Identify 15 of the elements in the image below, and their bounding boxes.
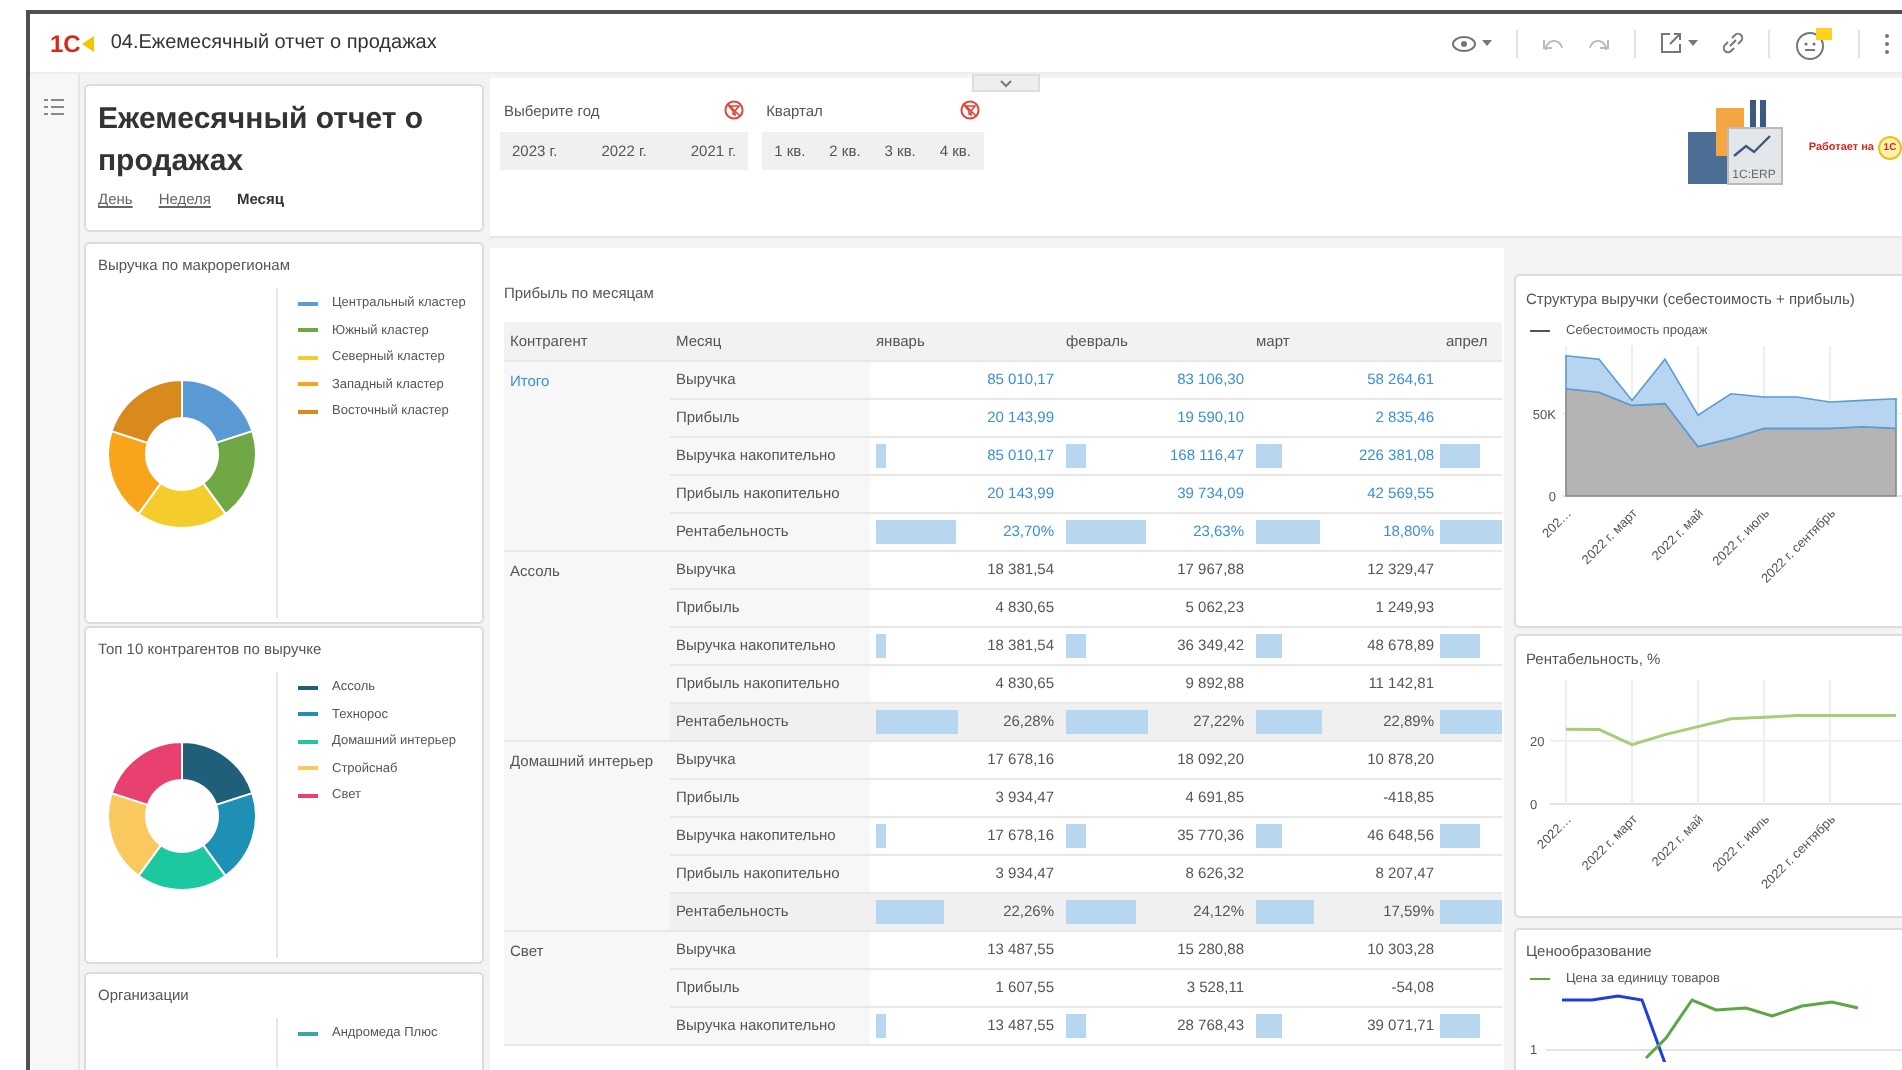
more-icon[interactable] — [1884, 31, 1890, 55]
filter-clear-icon[interactable] — [959, 100, 979, 120]
list-icon[interactable] — [44, 98, 64, 116]
caret-icon[interactable] — [1482, 40, 1492, 46]
window-title: 04.Ежемесячный отчет о продажах — [110, 32, 437, 54]
smiley-icon[interactable] — [1794, 27, 1834, 59]
caret-icon[interactable] — [1688, 40, 1698, 46]
eye-icon[interactable] — [1452, 35, 1476, 51]
external-link-icon[interactable] — [1660, 32, 1682, 54]
chevron-down-icon[interactable] — [1000, 79, 1012, 87]
collapse-button[interactable] — [972, 74, 1040, 92]
filter-clear-icon[interactable] — [724, 100, 745, 120]
app-logo: 1С — [50, 29, 95, 57]
report-title: Ежемесячный отчет о продажах — [98, 100, 426, 182]
link-icon[interactable] — [1722, 32, 1744, 54]
